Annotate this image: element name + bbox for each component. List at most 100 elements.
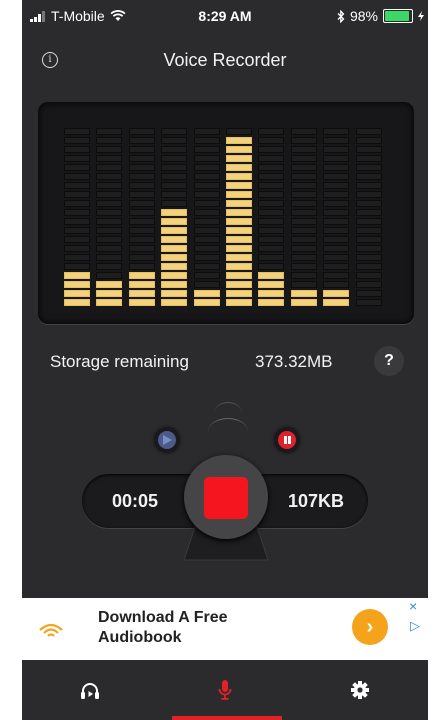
level-meter-segment: [323, 191, 350, 198]
ad-banner[interactable]: Download A Free Audiobook › × ▷: [22, 598, 428, 660]
level-meter-segment: [193, 128, 220, 135]
level-meter-segment: [258, 155, 285, 162]
level-meter-segment: [96, 128, 123, 135]
level-meter-segment: [161, 164, 188, 171]
level-meter-segment: [128, 218, 155, 225]
battery-icon: [383, 9, 413, 23]
page-title: Voice Recorder: [163, 50, 287, 70]
file-size: 107KB: [288, 491, 345, 511]
level-meter-segment: [323, 209, 350, 216]
help-button[interactable]: ?: [374, 346, 404, 376]
level-meter-segment: [128, 263, 155, 270]
level-meter-segment: [226, 272, 252, 279]
tab-bar: [22, 660, 428, 720]
level-meter-segment: [323, 164, 350, 171]
battery-percent: 98%: [349, 8, 378, 24]
level-meter-segment: [323, 245, 350, 252]
ad-cta-button[interactable]: ›: [352, 609, 388, 645]
level-meter-segment: [128, 272, 155, 279]
level-meter-segment: [128, 191, 155, 198]
level-meter-segment: [323, 128, 350, 135]
level-meter-segment: [128, 146, 155, 153]
level-meter-segment: [323, 299, 350, 306]
level-meter-segment: [355, 191, 382, 198]
level-meter-segment: [96, 236, 123, 243]
level-meter-segment: [193, 218, 220, 225]
level-meter-segment: [96, 164, 123, 171]
level-meter-segment: [128, 200, 155, 207]
tab-record[interactable]: [185, 660, 265, 720]
level-meter-segment: [161, 281, 188, 288]
adchoices-icon[interactable]: ▷: [410, 618, 420, 634]
level-meter-segment: [96, 209, 123, 216]
level-meter-segment: [64, 164, 90, 171]
level-meter-segment: [128, 281, 155, 288]
level-meter-segment: [323, 155, 350, 162]
level-meter-segment: [64, 272, 90, 279]
level-meter-column: [128, 120, 155, 306]
level-meter-segment: [323, 290, 350, 297]
level-meter-segment: [161, 290, 188, 297]
level-meter-segment: [193, 191, 220, 198]
level-meter-segment: [226, 263, 252, 270]
level-meter-segment: [193, 173, 220, 180]
pause-button[interactable]: [275, 428, 299, 452]
level-meter-segment: [226, 146, 252, 153]
level-meter-segment: [128, 173, 155, 180]
level-meter-segment: [161, 227, 188, 234]
tab-settings[interactable]: [320, 660, 400, 720]
level-meter-segment: [226, 128, 252, 135]
level-meter-segment: [290, 227, 317, 234]
level-meter-segment: [355, 299, 382, 306]
level-meter-segment: [290, 218, 317, 225]
level-meter-segment: [258, 290, 285, 297]
level-meter-segment: [128, 227, 155, 234]
level-meter-segment: [258, 128, 285, 135]
level-meter-column: [258, 120, 285, 306]
level-meter-segment: [258, 164, 285, 171]
level-meter-segment: [323, 173, 350, 180]
level-meter-segment: [128, 290, 155, 297]
level-meter-column: [193, 120, 220, 306]
level-meter-segment: [193, 236, 220, 243]
ad-close-icon[interactable]: ×: [409, 598, 417, 614]
level-meter-segment: [64, 281, 90, 288]
level-meter-segment: [258, 236, 285, 243]
play-button[interactable]: [155, 428, 179, 452]
play-icon: [163, 435, 172, 445]
level-meter-segment: [193, 227, 220, 234]
charging-icon: [418, 11, 424, 21]
level-meter-segment: [96, 146, 123, 153]
level-meter-segment: [193, 146, 220, 153]
level-meter-segment: [226, 191, 252, 198]
level-meter-segment: [355, 182, 382, 189]
storage-value: 373.32MB: [255, 352, 333, 371]
level-meter-segment: [355, 173, 382, 180]
stop-icon[interactable]: [204, 477, 248, 519]
level-meter-segment: [355, 218, 382, 225]
level-meter-segment: [355, 128, 382, 135]
level-meter-segment: [64, 155, 90, 162]
level-meter-segment: [290, 191, 317, 198]
level-meter-segment: [64, 236, 90, 243]
level-meter-segment: [193, 245, 220, 252]
level-meter-segment: [96, 281, 123, 288]
level-meter-segment: [161, 191, 188, 198]
level-meter-segment: [96, 299, 123, 306]
level-meter-segment: [355, 272, 382, 279]
level-meter-segment: [96, 173, 123, 180]
level-meter-segment: [226, 218, 252, 225]
level-meter-segment: [323, 182, 350, 189]
level-meter-column: [64, 120, 90, 306]
level-meter-segment: [96, 137, 123, 144]
level-meter-column: [161, 120, 188, 306]
tab-listen[interactable]: [50, 660, 130, 720]
level-meter-segment: [258, 200, 285, 207]
level-meter-segment: [290, 164, 317, 171]
level-meter-segment: [193, 209, 220, 216]
level-meter-segment: [323, 137, 350, 144]
level-meter-segment: [96, 263, 123, 270]
level-meter-segment: [193, 164, 220, 171]
level-meter-segment: [258, 254, 285, 261]
active-tab-indicator: [172, 716, 282, 720]
